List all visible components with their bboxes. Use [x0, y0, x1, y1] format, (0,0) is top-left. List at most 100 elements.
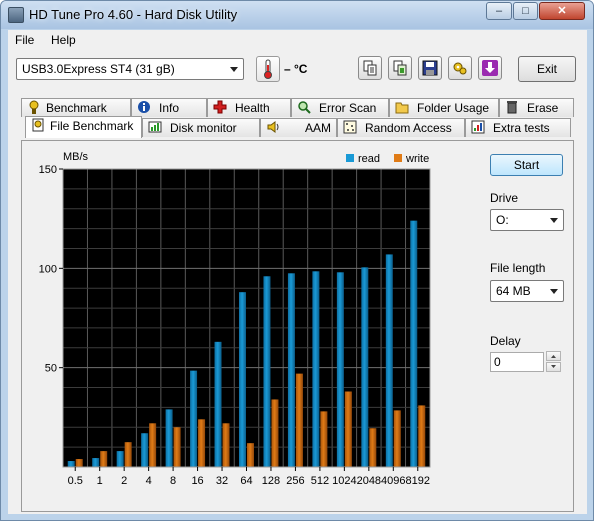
tab-label: Extra tests — [493, 121, 550, 135]
x-tick-label: 8 — [170, 475, 176, 487]
delay-label: Delay — [490, 334, 521, 348]
copy-screenshot-icon — [393, 60, 407, 76]
minimize-button[interactable]: – — [486, 2, 512, 20]
window-title: HD Tune Pro 4.60 - Hard Disk Utility — [29, 7, 238, 22]
bar-write — [271, 399, 279, 467]
x-tick-label: 1024 — [332, 475, 356, 487]
bar-write — [198, 419, 206, 467]
bar-read — [190, 370, 198, 467]
bar-write — [173, 427, 181, 467]
close-button[interactable]: ✕ — [539, 2, 585, 20]
bar-read — [385, 254, 393, 467]
start-button[interactable]: Start — [490, 154, 563, 176]
tab-label: Benchmark — [46, 101, 107, 115]
copy-screenshot-button[interactable] — [388, 56, 412, 80]
tab-benchmark[interactable]: Benchmark — [21, 98, 131, 117]
file-length-value: 64 MB — [496, 284, 531, 298]
random-access-icon — [343, 120, 357, 134]
exit-button[interactable]: Exit — [518, 56, 576, 82]
options-button[interactable] — [448, 56, 472, 80]
chevron-down-icon — [550, 218, 558, 223]
maximize-button[interactable]: □ — [513, 2, 538, 20]
tab-error-scan[interactable]: Error Scan — [291, 98, 389, 117]
tab-label: Error Scan — [319, 101, 377, 115]
spin-down-button[interactable] — [546, 362, 561, 372]
delay-spinner — [546, 351, 562, 373]
benchmark-chart: 50 100 150 MB/s 0.5 1 2 4 8 16 32 64 128 256 512 1024 20… — [39, 151, 431, 487]
spin-up-button[interactable] — [546, 351, 561, 361]
plot-area — [63, 169, 430, 467]
save-button[interactable] — [418, 56, 442, 80]
bar-read — [141, 433, 149, 467]
tab-disk-monitor[interactable]: Disk monitor — [142, 118, 260, 137]
tab-extra-tests[interactable]: Extra tests — [465, 118, 571, 137]
chevron-down-icon — [550, 289, 558, 294]
drive-select[interactable]: USB3.0Express ST4 (31 gB) — [16, 58, 244, 80]
tab-erase[interactable]: Erase — [499, 98, 574, 117]
tab-label: Erase — [527, 101, 559, 115]
bar-write — [149, 423, 157, 467]
bar-write — [124, 442, 132, 467]
bar-read — [239, 292, 246, 467]
copy-info-button[interactable] — [358, 56, 382, 80]
app-window: HD Tune Pro 4.60 - Hard Disk Utility – □… — [0, 0, 594, 521]
bar-read — [361, 267, 369, 467]
tab-aam[interactable]: AAM — [260, 118, 337, 137]
legend-label-write: write — [405, 153, 429, 165]
bar-write — [247, 443, 254, 467]
tab-row-bottom: File Benchmark Disk monitor AAM Random Acce… — [21, 116, 574, 140]
drive-letter-select[interactable]: O: — [490, 209, 564, 231]
bar-write — [418, 405, 426, 467]
tab-row-top: Benchmark Info Health Error Scan Folder Usag… — [21, 98, 574, 118]
legend-swatch-read — [346, 154, 354, 162]
x-tick-label: 256 — [286, 475, 304, 487]
menu-help[interactable]: Help — [51, 33, 76, 47]
bar-read — [336, 272, 344, 467]
tab-folder-usage[interactable]: Folder Usage — [389, 98, 499, 117]
extra-tests-icon — [471, 120, 485, 134]
tab-label: File Benchmark — [50, 119, 134, 133]
tab-label: Health — [235, 101, 270, 115]
x-tick-label: 512 — [311, 475, 329, 487]
delay-input[interactable]: 0 — [490, 352, 544, 372]
file-length-select[interactable]: 64 MB — [490, 280, 564, 302]
chevron-down-icon — [230, 67, 238, 72]
thermometer-icon — [264, 59, 272, 79]
chart-frame: 50 100 150 MB/s 0.5 1 2 4 8 16 32 64 128 256 512 1024 20… — [28, 146, 437, 504]
bar-read — [263, 276, 271, 467]
tab-label: Info — [159, 101, 180, 115]
bar-write — [393, 410, 401, 467]
tab-info[interactable]: Info — [131, 98, 207, 117]
tab-file-benchmark[interactable]: File Benchmark — [25, 116, 142, 138]
tab-random-access[interactable]: Random Access — [337, 118, 465, 137]
download-button[interactable] — [478, 56, 502, 80]
erase-icon — [507, 101, 517, 114]
bar-write — [100, 451, 108, 467]
menu-file[interactable]: File — [15, 33, 34, 47]
temperature-value: – °C — [284, 62, 308, 76]
info-icon — [138, 101, 150, 113]
tab-health[interactable]: Health — [207, 98, 291, 117]
options-icon — [453, 62, 467, 75]
bar-write — [75, 459, 83, 467]
drive-select-value: USB3.0Express ST4 (31 gB) — [22, 62, 175, 76]
aam-icon — [267, 121, 279, 133]
x-tick-label: 2 — [121, 475, 127, 487]
temperature-indicator — [256, 56, 280, 82]
bar-read — [312, 271, 320, 467]
file-benchmark-icon — [32, 118, 44, 132]
bar-read — [92, 458, 100, 467]
error-scan-icon — [298, 101, 311, 114]
title-bar[interactable]: HD Tune Pro 4.60 - Hard Disk Utility – □… — [1, 1, 593, 29]
bar-write — [320, 411, 328, 467]
menu-bar: File Help — [8, 30, 587, 51]
x-tick-label: 16 — [191, 475, 203, 487]
folder-icon — [395, 102, 409, 114]
y-tick-label: 150 — [39, 164, 57, 176]
tab-label: AAM — [305, 121, 332, 135]
bar-write — [295, 373, 303, 467]
file-benchmark-panel: 50 100 150 MB/s 0.5 1 2 4 8 16 32 64 128 256 512 1024 20… — [21, 140, 574, 512]
health-icon — [213, 100, 227, 114]
legend-swatch-write — [394, 154, 402, 162]
y-tick-label: 100 — [39, 263, 57, 275]
